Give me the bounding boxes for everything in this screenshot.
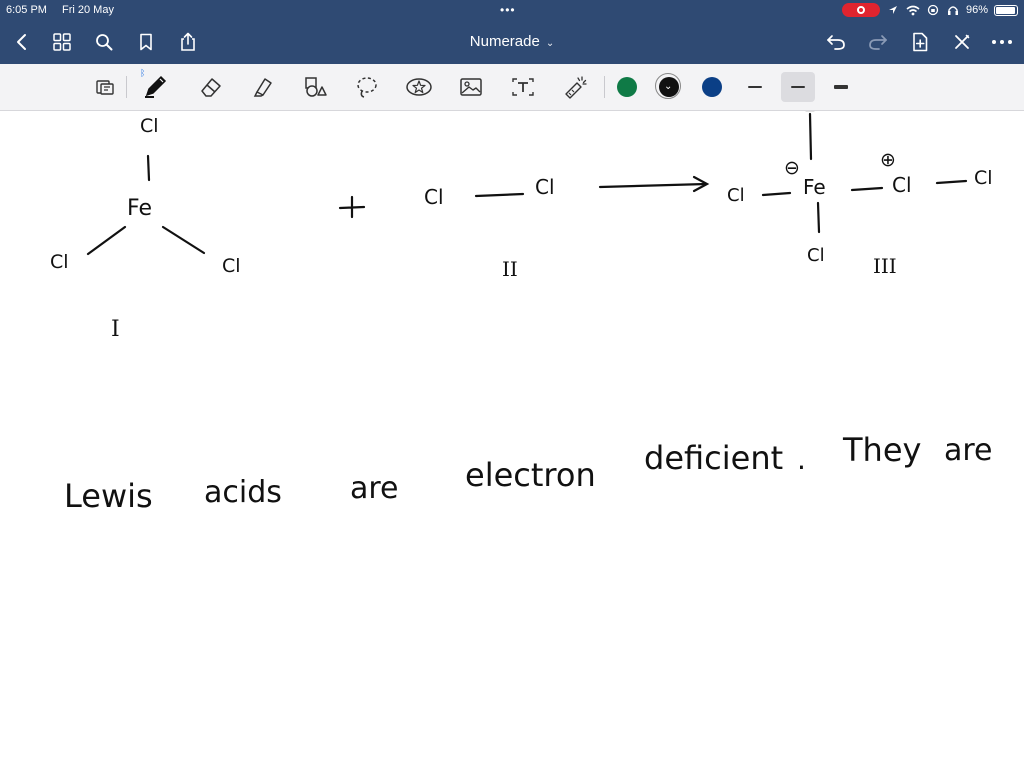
eraser-icon[interactable] <box>196 72 226 102</box>
more-icon[interactable] <box>988 28 1016 56</box>
status-right: 96% <box>841 0 1018 20</box>
drawing-toolbar: ᛒ ⌄ <box>0 64 1024 111</box>
species-ii-right: Cl <box>535 175 555 199</box>
species-i-label: I <box>111 317 120 342</box>
document-title-button[interactable]: Numerade ⌄ <box>470 33 554 50</box>
species-iii-positive-charge: ⊕ <box>880 149 896 171</box>
highlighter-icon[interactable] <box>248 72 278 102</box>
plus-sign: + <box>340 193 341 194</box>
species-iii-left: Cl <box>727 185 745 206</box>
laser-pointer-icon[interactable] <box>560 72 590 102</box>
species-iii-center: Fe <box>803 175 826 199</box>
multitasking-dots[interactable]: ••• <box>500 0 516 20</box>
species-i-ligand-right: Cl <box>222 255 241 277</box>
species-iii-negative-charge: ⊖ <box>784 157 800 179</box>
location-icon <box>886 3 900 17</box>
shapes-icon[interactable] <box>300 72 330 102</box>
thumbnails-icon[interactable] <box>48 28 76 56</box>
toolbar-divider <box>604 76 605 98</box>
battery-icon <box>994 4 1018 16</box>
redo-icon[interactable] <box>864 28 892 56</box>
battery-percent: 96% <box>965 4 988 16</box>
thickness-thin[interactable] <box>738 72 772 102</box>
sentence-word-4: electron <box>465 456 596 494</box>
back-icon[interactable] <box>8 28 36 56</box>
species-iii-label: III <box>873 254 897 278</box>
navigation-bar: Numerade ⌄ <box>0 20 1024 64</box>
headphones-icon <box>946 3 960 17</box>
page-view-icon[interactable] <box>90 72 120 102</box>
app-header: 6:05 PM Fri 20 May ••• 96% Numerade ⌄ <box>0 0 1024 64</box>
status-bar: 6:05 PM Fri 20 May ••• 96% <box>0 0 1024 20</box>
species-i-center: Fe <box>127 196 152 221</box>
elements-icon[interactable] <box>404 72 434 102</box>
species-iii-middle: Cl <box>892 173 912 197</box>
chevron-down-icon: ⌄ <box>545 38 555 49</box>
species-iii-right: Cl <box>974 167 993 189</box>
close-icon[interactable] <box>948 28 976 56</box>
wifi-icon <box>906 3 920 17</box>
sentence-word-2: acids <box>204 475 282 510</box>
sentence-word-1: Lewis <box>64 477 153 515</box>
lock-rotation-icon <box>926 3 940 17</box>
bookmark-icon[interactable] <box>132 28 160 56</box>
undo-icon[interactable] <box>822 28 850 56</box>
add-page-icon[interactable] <box>906 28 934 56</box>
toolbar-divider <box>126 76 127 98</box>
color-swatch-black[interactable]: ⌄ <box>655 73 681 99</box>
status-date: Fri 20 May <box>62 4 114 16</box>
sentence-word-3: are <box>350 471 399 506</box>
checkmark-icon: ⌄ <box>664 81 673 92</box>
note-canvas[interactable]: Cl Fe Cl Cl I + Cl Cl II Cl ⊖ Fe ⊕ Cl Cl… <box>0 111 1024 768</box>
color-swatch-green[interactable] <box>617 77 637 97</box>
sentence-word-6: They <box>843 431 922 469</box>
text-icon[interactable] <box>508 72 538 102</box>
thickness-thick[interactable] <box>824 72 858 102</box>
document-title-text: Numerade <box>469 33 540 50</box>
sentence-word-7: are <box>944 433 993 468</box>
thickness-medium[interactable] <box>781 72 815 102</box>
color-swatch-blue[interactable] <box>702 77 722 97</box>
species-i-ligand-left: Cl <box>50 251 69 273</box>
image-icon[interactable] <box>456 72 486 102</box>
share-icon[interactable] <box>174 28 202 56</box>
lasso-icon[interactable] <box>352 72 382 102</box>
species-i-ligand-top: Cl <box>140 115 159 137</box>
species-ii-label: II <box>502 257 518 281</box>
status-time: 6:05 PM <box>6 4 47 16</box>
pen-icon[interactable]: ᛒ <box>140 68 170 102</box>
bluetooth-icon: ᛒ <box>140 68 146 78</box>
record-icon[interactable] <box>841 3 880 17</box>
sentence-word-5: deficient <box>644 439 784 477</box>
sentence-period: . <box>797 443 806 476</box>
species-ii-left: Cl <box>424 185 444 209</box>
search-icon[interactable] <box>90 28 118 56</box>
species-iii-bottom: Cl <box>807 245 825 266</box>
